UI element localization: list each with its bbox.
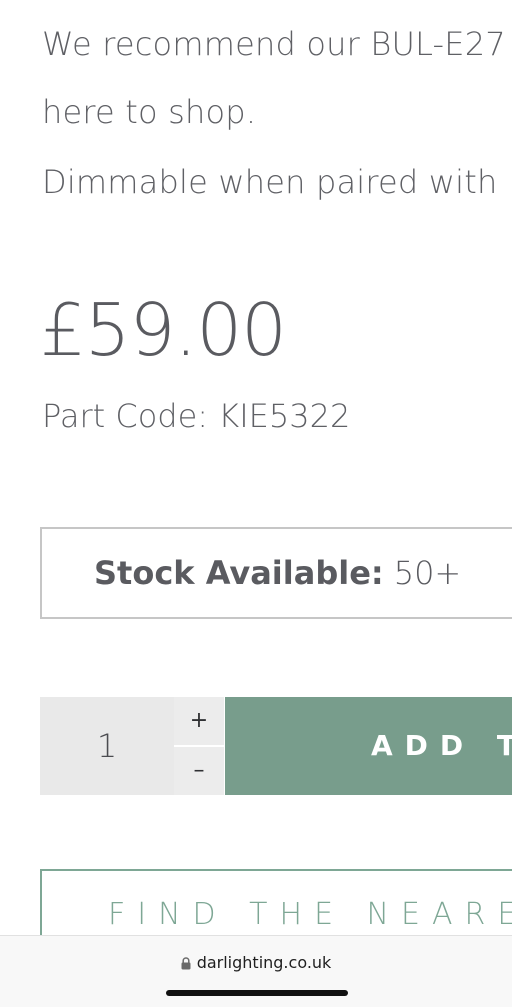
find-nearest-label: FIND THE NEAREST — [108, 897, 512, 932]
stock-text: Stock Available: 50+ — [94, 553, 461, 593]
description-line-2: here to shop. — [42, 93, 257, 131]
lock-icon — [181, 955, 191, 975]
home-indicator — [166, 990, 348, 996]
description-line-3: Dimmable when paired with — [42, 163, 498, 201]
quantity-input[interactable]: 1 — [40, 697, 174, 795]
url-field[interactable]: darlighting.co.uk — [0, 953, 512, 975]
add-to-basket-button[interactable]: ADD TO — [225, 697, 512, 795]
product-price: £59.00 — [40, 288, 287, 372]
quantity-increase-button[interactable]: + — [174, 697, 224, 747]
browser-address-bar: darlighting.co.uk — [0, 935, 512, 1007]
part-code: Part Code: KIE5322 — [42, 397, 351, 435]
stock-panel: Stock Available: 50+ — [40, 527, 512, 619]
stock-label: Stock Available: — [94, 554, 384, 592]
product-page: We recommend our BUL-E27 here to shop. D… — [0, 0, 512, 1007]
url-text: darlighting.co.uk — [196, 953, 332, 972]
quantity-decrease-button[interactable]: – — [174, 747, 224, 795]
quantity-value: 1 — [96, 727, 118, 765]
description-line-1: We recommend our BUL-E27 — [42, 25, 506, 63]
stock-value: 50+ — [393, 554, 462, 592]
